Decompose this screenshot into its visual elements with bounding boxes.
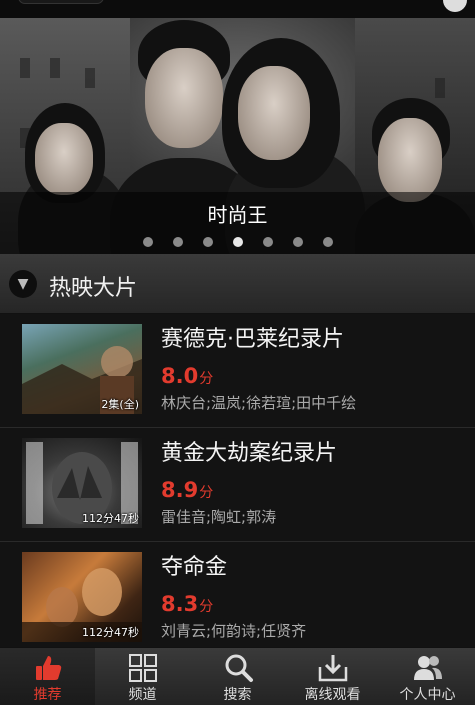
- user-icon: [413, 656, 442, 680]
- nav-item-recommend[interactable]: 推荐: [0, 648, 95, 705]
- pagination-dot[interactable]: [142, 237, 153, 247]
- pagination-dot[interactable]: [202, 237, 213, 247]
- pagination-dot[interactable]: [172, 237, 183, 247]
- movie-score: 8.3分: [161, 590, 461, 618]
- movie-title[interactable]: 夺命金: [161, 552, 461, 584]
- movie-cast: 刘青云;何韵诗;任贤齐: [161, 622, 307, 640]
- nav-label: 离线观看: [304, 687, 361, 703]
- movie-list: 2集(全) 赛德克·巴莱纪录片 8.0分 林庆台;温岚;徐若瑄;田中千绘 112…: [0, 314, 475, 656]
- list-item[interactable]: 2集(全) 赛德克·巴莱纪录片 8.0分 林庆台;温岚;徐若瑄;田中千绘: [0, 314, 475, 428]
- score-unit: 分: [199, 599, 214, 615]
- movie-cast: 林庆台;温岚;徐若瑄;田中千绘: [161, 394, 357, 412]
- pagination-dot-active[interactable]: [232, 237, 243, 247]
- pagination-dot[interactable]: [292, 237, 303, 247]
- score-value: 8.9: [161, 478, 199, 502]
- nav-label: 频道: [128, 687, 157, 703]
- movie-poster[interactable]: 112分47秒: [22, 438, 142, 528]
- banner-title: 时尚王: [207, 203, 268, 227]
- profile-button-edge[interactable]: [443, 0, 467, 12]
- nav-item-profile[interactable]: 个人中心: [380, 648, 475, 705]
- movie-poster[interactable]: 112分47秒: [22, 552, 142, 642]
- featured-banner[interactable]: 时尚王: [0, 18, 475, 254]
- movie-score: 8.0分: [161, 362, 461, 390]
- banner-pagination[interactable]: [0, 237, 475, 247]
- download-icon: [318, 655, 347, 682]
- pagination-dot[interactable]: [262, 237, 273, 247]
- nav-item-search[interactable]: 搜索: [190, 648, 285, 705]
- bottom-navigation: 推荐 频道 搜索 离线观看 个人中心: [0, 647, 475, 705]
- nav-item-channels[interactable]: 频道: [95, 648, 190, 705]
- movie-cast: 雷佳音;陶虹;郭涛: [161, 508, 277, 526]
- nav-label: 搜索: [223, 687, 252, 703]
- score-unit: 分: [199, 485, 214, 501]
- movie-poster[interactable]: 2集(全): [22, 324, 142, 414]
- score-value: 8.3: [161, 592, 199, 616]
- movie-title[interactable]: 黄金大劫案纪录片: [161, 438, 461, 470]
- top-strip: [0, 0, 475, 18]
- nav-label: 推荐: [33, 687, 62, 703]
- duration-badge: 112分47秒: [82, 512, 139, 525]
- thumbs-up-icon: [35, 656, 61, 680]
- duration-badge: 112分47秒: [82, 626, 139, 639]
- episode-badge: 2集(全): [101, 398, 139, 411]
- pagination-dot[interactable]: [322, 237, 333, 247]
- nav-label: 个人中心: [399, 687, 456, 703]
- movie-score: 8.9分: [161, 476, 461, 504]
- chevron-down-icon[interactable]: ▼: [9, 270, 37, 298]
- search-bar-edge[interactable]: [18, 0, 104, 4]
- nav-item-offline[interactable]: 离线观看: [285, 648, 380, 705]
- search-icon: [225, 654, 253, 682]
- score-value: 8.0: [161, 364, 199, 388]
- list-item[interactable]: 112分47秒 夺命金 8.3分 刘青云;何韵诗;任贤齐: [0, 542, 475, 656]
- section-header-hot-movies[interactable]: ▼ 热映大片: [0, 254, 475, 314]
- score-unit: 分: [199, 371, 214, 387]
- section-title: 热映大片: [49, 276, 138, 301]
- list-item[interactable]: 112分47秒 黄金大劫案纪录片 8.9分 雷佳音;陶虹;郭涛: [0, 428, 475, 542]
- movie-title[interactable]: 赛德克·巴莱纪录片: [161, 324, 461, 356]
- grid-icon: [128, 654, 157, 682]
